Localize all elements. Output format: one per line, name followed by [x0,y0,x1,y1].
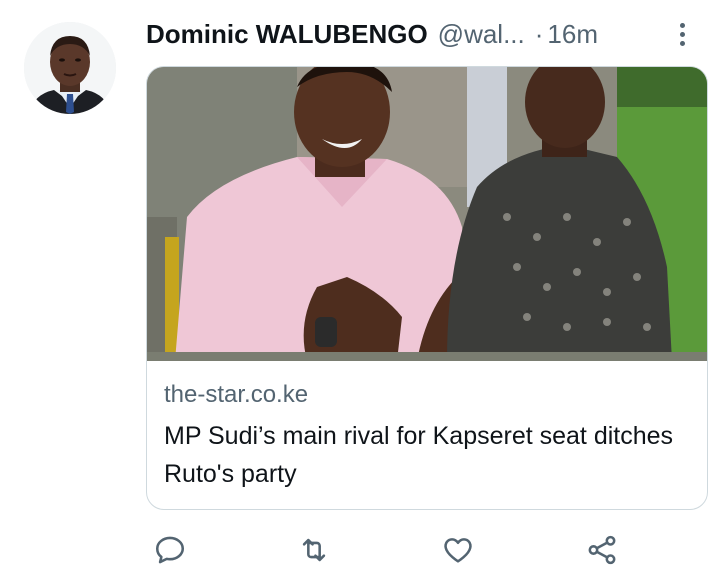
link-title: MP Sudi’s main rival for Kapseret seat d… [164,422,674,488]
like-button[interactable] [438,530,478,570]
link-preview-text: the-star.co.ke MP Sudi’s main rival for … [164,379,695,493]
link-preview-card[interactable]: the-star.co.ke MP Sudi’s main rival for … [146,66,708,510]
author-handle[interactable]: @wal... [438,19,525,50]
reply-button[interactable] [150,530,190,570]
heart-icon [444,538,472,563]
retweet-icon [302,538,326,562]
link-preview-image [147,67,707,361]
tweet-header: Dominic WALUBENGO @wal... · 16m [146,16,700,52]
reply-icon [155,536,185,564]
tweet-timestamp[interactable]: 16m [547,19,598,50]
separator-dot: · [534,18,544,49]
retweet-button[interactable] [294,530,334,570]
share-button[interactable] [582,530,622,570]
tweet-action-bar [146,530,636,570]
avatar-photo [24,22,116,114]
share-icon [588,535,616,565]
more-options-icon[interactable] [672,16,692,52]
link-domain: the-star.co.ke [164,381,309,408]
author-avatar[interactable] [24,22,116,114]
author-name[interactable]: Dominic WALUBENGO [146,19,428,50]
